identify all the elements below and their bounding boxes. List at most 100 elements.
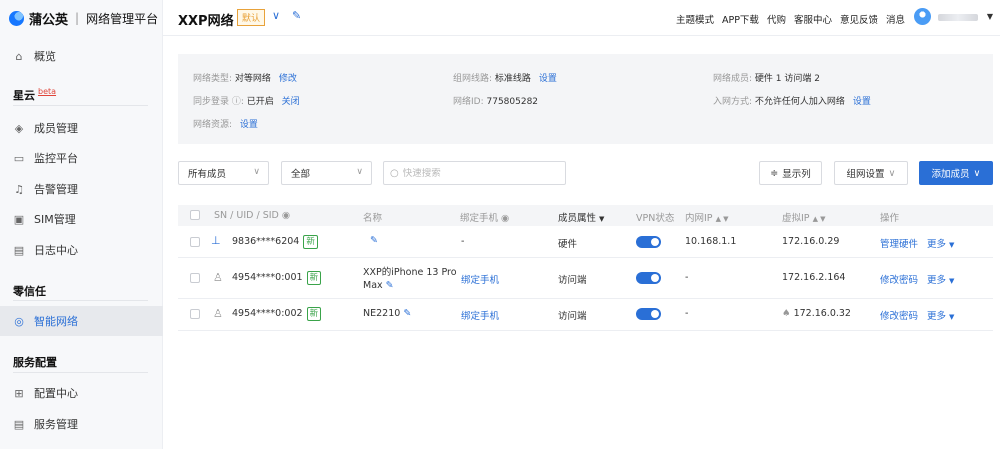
eye-icon[interactable]: ◉ [501, 213, 509, 224]
search-input[interactable] [402, 167, 553, 179]
eye-icon[interactable]: ◉ [282, 210, 290, 221]
top-links: 主题模式 APP下载 代购 客服中心 意见反馈 消息 [676, 12, 905, 26]
sidebar-item-overview[interactable]: ⌂ 概览 [0, 41, 163, 71]
link-purchase[interactable]: 代购 [767, 12, 786, 26]
column-label: SN / UID / SID [214, 210, 279, 221]
lan-ip-value: - [685, 308, 689, 319]
select-all-checkbox[interactable] [190, 210, 200, 220]
disable-link[interactable]: 关闭 [282, 97, 300, 107]
pencil-icon[interactable]: ✎ [370, 235, 378, 246]
divider [13, 300, 148, 301]
member-name-line1: XXP的iPhone 13 Pro [363, 267, 457, 278]
info-join-method: 入网方式: 不允许任何人加入网络 设置 [713, 94, 871, 107]
sidebar-item-smart-network[interactable]: ◎ 智能网络 [0, 306, 163, 336]
label: 入网方式: [713, 97, 753, 107]
beta-tag: beta [38, 87, 57, 97]
pencil-icon[interactable]: ✎ [292, 9, 301, 22]
add-member-button[interactable]: 添加成员 ∨ [919, 161, 993, 185]
chevron-down-icon: ∨ [356, 167, 363, 177]
link-feedback[interactable]: 意见反馈 [840, 12, 878, 26]
member-name-line2: Max ✎ [363, 280, 394, 291]
sidebar-item-members[interactable]: ◈ 成员管理 [0, 113, 163, 143]
row-checkbox[interactable] [190, 273, 200, 283]
virtual-ip-value: 172.16.0.29 [782, 236, 840, 247]
link-messages[interactable]: 消息 [886, 12, 905, 26]
sidebar-item-label: 智能网络 [34, 315, 78, 328]
user-icon: ♙ [213, 271, 223, 284]
label: 网络成员: [713, 74, 753, 84]
sidebar-item-sim[interactable]: ▣ SIM管理 [0, 204, 163, 234]
divider [13, 372, 148, 373]
more-dropdown[interactable]: 更多 ▼ [927, 236, 954, 250]
column-label: 虚拟IP [782, 213, 810, 224]
dandelion-logo-icon [9, 10, 24, 26]
col-sn: SN / UID / SID ◉ [214, 210, 290, 221]
info-members: 网络成员: 硬件 1 访问端 2 [713, 71, 820, 84]
table-row: ⊥ 9836****6204 新 ✎ - 硬件 10.168.1.1 172.16… [178, 226, 993, 258]
vpn-toggle[interactable] [636, 236, 661, 248]
caret-down-icon[interactable]: ▼ [987, 12, 993, 21]
show-columns-button[interactable]: ≑ 显示列 [759, 161, 822, 185]
change-password-link[interactable]: 修改密码 [880, 272, 918, 286]
avatar[interactable] [914, 8, 931, 25]
sidebar-item-monitor[interactable]: ▭ 监控平台 [0, 143, 163, 173]
label: 同步登录 ⓘ: [193, 97, 244, 107]
link-app-download[interactable]: APP下载 [722, 12, 759, 26]
info-sync-login: 同步登录 ⓘ: 已开启 关闭 [193, 94, 300, 107]
status-filter-select[interactable]: 全部 ∨ [281, 161, 372, 185]
sidebar-item-label: SIM管理 [34, 213, 76, 226]
grid-icon: ⊞ [14, 386, 24, 400]
row-checkbox[interactable] [190, 237, 200, 247]
member-id: 9836****6204 新 [232, 235, 318, 249]
vpn-toggle[interactable] [636, 272, 661, 284]
username-blurred[interactable] [938, 14, 978, 21]
pencil-icon[interactable]: ✎ [386, 280, 394, 291]
router-icon: ⊥ [211, 234, 221, 247]
id-text: 4954****0:002 [232, 308, 303, 319]
chevron-down-icon: ∨ [888, 167, 896, 179]
chevron-down-icon[interactable]: ∨ [272, 9, 280, 22]
members-filter-select[interactable]: 所有成员 ∨ [178, 161, 269, 185]
col-lan-ip[interactable]: 内网IP ▲ ▼ [685, 210, 729, 224]
col-virtual-ip[interactable]: 虚拟IP ▲ ▼ [782, 210, 826, 224]
sidebar-item-alerts[interactable]: ♫ 告警管理 [0, 174, 163, 204]
bind-phone-link[interactable]: 绑定手机 [461, 308, 499, 322]
sidebar-item-service-mgmt[interactable]: ▤ 服务管理 [0, 409, 163, 439]
settings-link[interactable]: 设置 [853, 97, 871, 107]
bind-phone-link[interactable]: 绑定手机 [461, 272, 499, 286]
member-id: 4954****0:002 新 [232, 307, 322, 321]
sidebar-item-config-center[interactable]: ⊞ 配置中心 [0, 378, 163, 408]
name-text: NE2210 [363, 308, 401, 319]
col-attribute[interactable]: 成员属性 ▼ [558, 210, 604, 224]
settings-link[interactable]: 设置 [240, 120, 258, 130]
sidebar-item-label: 服务管理 [34, 418, 78, 431]
row-checkbox[interactable] [190, 309, 200, 319]
col-vpn-status: VPN状态 [636, 213, 675, 224]
member-name: NE2210 ✎ [363, 308, 411, 319]
network-title[interactable]: XXP网络 [178, 10, 234, 29]
manage-hardware-link[interactable]: 管理硬件 [880, 236, 918, 250]
sidebar-item-logs[interactable]: ▤ 日志中心 [0, 235, 163, 265]
info-route: 组网线路: 标准线路 设置 [453, 71, 557, 84]
more-dropdown[interactable]: 更多 ▼ [927, 308, 954, 322]
change-password-link[interactable]: 修改密码 [880, 308, 918, 322]
modify-link[interactable]: 修改 [279, 74, 297, 84]
link-theme[interactable]: 主题模式 [676, 12, 714, 26]
pencil-icon[interactable]: ✎ [403, 308, 411, 319]
sidebar-group-title-nebula: 星云 beta [13, 87, 56, 103]
id-text: 4954****0:001 [232, 272, 303, 283]
more-dropdown[interactable]: 更多 ▼ [927, 272, 954, 286]
vpn-toggle[interactable] [636, 308, 661, 320]
table-row: ♙ 4954****0:001 新 XXP的iPhone 13 Pro Max ✎… [178, 258, 993, 299]
label: 组网线路: [453, 74, 493, 84]
app-root: 蒲公英 | 网络管理平台 ⌂ 概览 星云 beta ◈ 成员管理 ▭ 监控平台 ♫… [0, 0, 1000, 449]
value: 已开启 [246, 97, 274, 107]
brand[interactable]: 蒲公英 | 网络管理平台 [0, 0, 162, 36]
sidebar-item-label: 配置中心 [34, 387, 78, 400]
phone-value: - [461, 236, 465, 247]
settings-link[interactable]: 设置 [539, 74, 557, 84]
attribute-value: 硬件 [558, 239, 578, 250]
search-box[interactable]: ○ [383, 161, 566, 185]
link-support[interactable]: 客服中心 [794, 12, 832, 26]
network-settings-button[interactable]: 组网设置 ∨ [834, 161, 908, 185]
